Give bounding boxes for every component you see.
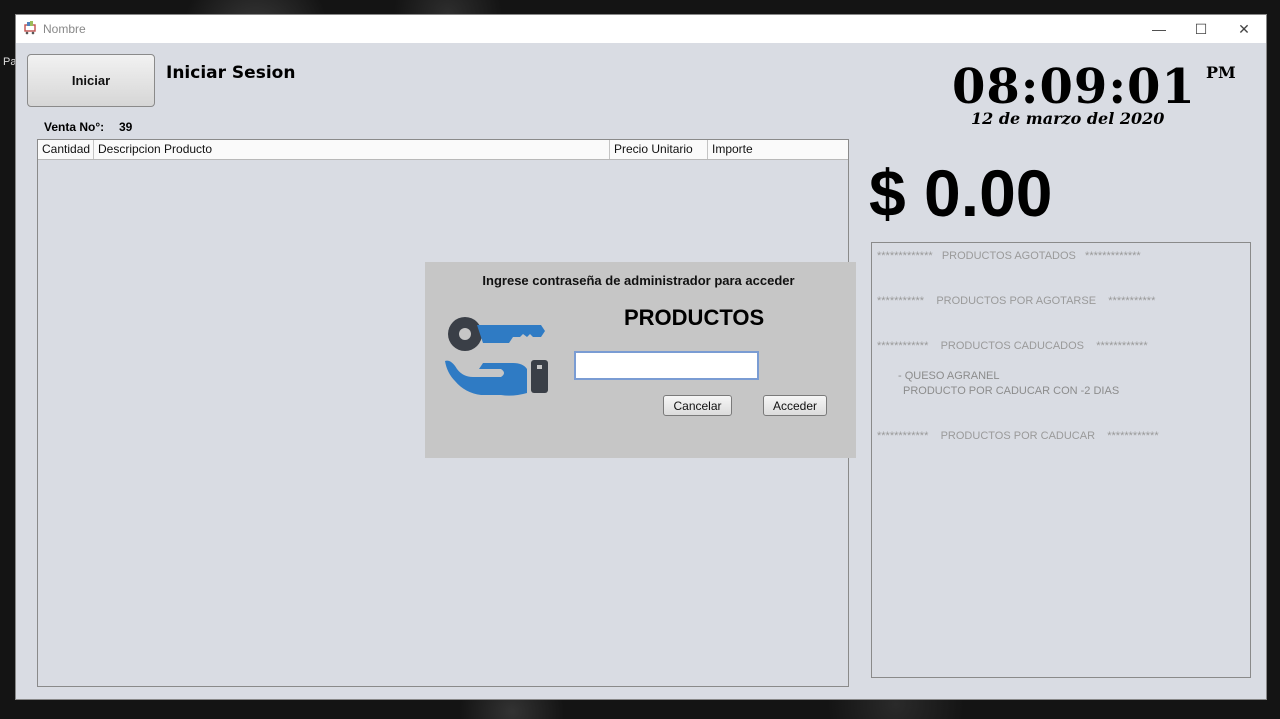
table-header: Cantidad Descripcion Producto Precio Uni… — [38, 140, 848, 160]
password-input[interactable] — [574, 351, 759, 380]
column-header-importe[interactable]: Importe — [708, 140, 848, 159]
dialog-message: Ingrese contraseña de administrador para… — [482, 273, 795, 288]
alert-header-por-caducar: ************ PRODUCTOS POR CADUCAR *****… — [877, 430, 1159, 442]
accept-button[interactable]: Acceder — [763, 395, 827, 416]
main-window: Nombre — ☐ ✕ Iniciar Iniciar Sesion Vent… — [15, 14, 1267, 700]
maximize-button[interactable]: ☐ — [1179, 15, 1223, 43]
alerts-panel: ************* PRODUCTOS AGOTADOS *******… — [871, 242, 1251, 678]
column-header-cantidad[interactable]: Cantidad — [38, 140, 94, 159]
title-bar: Nombre — ☐ ✕ — [16, 15, 1266, 43]
alert-header-agotados: ************* PRODUCTOS AGOTADOS *******… — [877, 250, 1141, 262]
sale-number-label: Venta No°: — [44, 120, 105, 134]
cancel-button[interactable]: Cancelar — [663, 395, 732, 416]
alert-item-caducado-detail: PRODUCTO POR CADUCAR CON -2 DIAS — [903, 385, 1120, 397]
column-header-descripcion[interactable]: Descripcion Producto — [94, 140, 610, 159]
window-title: Nombre — [43, 22, 86, 36]
close-button[interactable]: ✕ — [1222, 15, 1266, 43]
admin-password-dialog: Ingrese contraseña de administrador para… — [425, 262, 856, 458]
clock-date: 12 de marzo del 2020 — [971, 109, 1165, 128]
clock-time: 08:09:01 — [952, 59, 1196, 115]
sale-number-value: 39 — [119, 120, 133, 134]
iniciar-button[interactable]: Iniciar — [27, 54, 155, 107]
dialog-title: PRODUCTOS — [624, 305, 765, 330]
sale-total: $ 0.00 — [869, 156, 1053, 230]
alert-item-caducado-name: - QUESO AGRANEL — [898, 370, 1000, 382]
session-label: Iniciar Sesion — [166, 63, 296, 83]
cart-icon — [24, 21, 36, 35]
clock-ampm: PM — [1206, 63, 1236, 82]
alert-header-caducados: ************ PRODUCTOS CADUCADOS *******… — [877, 340, 1148, 352]
key-hand-icon — [445, 317, 548, 396]
column-header-precio[interactable]: Precio Unitario — [610, 140, 708, 159]
alert-header-por-agotarse: *********** PRODUCTOS POR AGOTARSE *****… — [877, 295, 1156, 307]
minimize-button[interactable]: — — [1137, 15, 1181, 43]
